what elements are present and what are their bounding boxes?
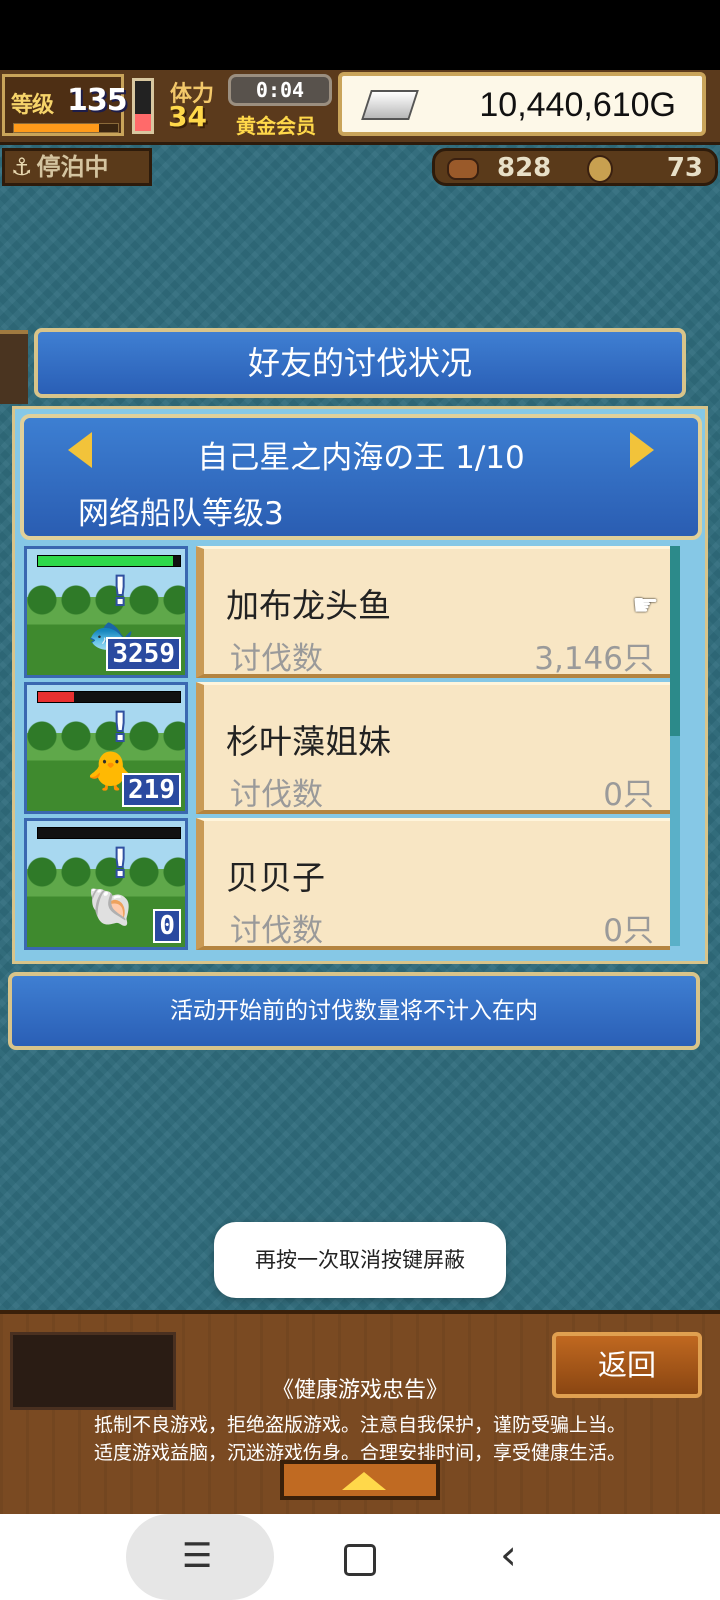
- expand-button[interactable]: [280, 1460, 440, 1500]
- advice-title: 《健康游戏忠告》: [271, 1378, 448, 1403]
- stamina-gauge: [132, 78, 154, 134]
- medal-icon: [587, 155, 613, 183]
- menu-icon[interactable]: ☰: [182, 1536, 212, 1576]
- gold-box[interactable]: 10,440,610G: [338, 72, 706, 136]
- remaining-count: 3259: [106, 637, 181, 671]
- stamina-value: 34: [168, 100, 207, 133]
- remaining-count: 0: [153, 909, 181, 943]
- hermit-crab-icon: 🐚: [87, 885, 135, 929]
- next-arrow-icon[interactable]: [630, 432, 654, 468]
- monster-thumbnail: ! 🐥 219: [24, 682, 188, 814]
- monster-name: 贝贝子: [226, 858, 325, 897]
- toast-message: 再按一次取消按键屏蔽: [214, 1222, 506, 1298]
- level-value: 135: [67, 83, 128, 118]
- list-item[interactable]: ! 🐥 219 杉叶藻姐妹 讨伐数 0只: [20, 682, 680, 818]
- list-scrollbar[interactable]: [670, 546, 680, 946]
- monster-thumbnail: ! 🐟 3259: [24, 546, 188, 678]
- list-item[interactable]: ! 🐟 3259 加布龙头鱼 讨伐数 3,146只: [20, 546, 680, 682]
- panel-title: 好友的讨伐状况: [34, 328, 686, 398]
- level-label: 等级: [11, 93, 54, 118]
- wood-count: 828: [497, 153, 552, 183]
- wood-icon: [447, 158, 479, 180]
- monster-card[interactable]: 杉叶藻姐妹 讨伐数 0只: [196, 682, 670, 814]
- anchored-label: 停泊中: [36, 153, 109, 181]
- monster-name: 加布龙头鱼: [226, 586, 391, 625]
- back-icon[interactable]: ‹: [500, 1530, 517, 1579]
- monster-card[interactable]: 贝贝子 讨伐数 0只: [196, 818, 670, 950]
- list-item[interactable]: ! 🐚 0 贝贝子 讨伐数 0只: [20, 818, 680, 954]
- anchor-icon: ⚓: [11, 153, 33, 181]
- dock-decoration: [0, 330, 28, 404]
- home-icon[interactable]: [344, 1544, 376, 1576]
- hp-bar: [37, 555, 181, 567]
- monster-list: ! 🐟 3259 加布龙头鱼 讨伐数 3,146只 ! 🐥 219 杉叶藻姐妹 …: [20, 546, 680, 956]
- hp-bar-fill: [38, 556, 173, 566]
- monster-thumbnail: ! 🐚 0: [24, 818, 188, 950]
- medal-count: 73: [666, 153, 703, 183]
- monster-card[interactable]: 加布龙头鱼 讨伐数 3,146只: [196, 546, 670, 678]
- gold-amount: 10,440,610G: [479, 86, 676, 124]
- top-hud: 等级 135 体力 34 0:04 黄金会员 10,440,610G: [0, 70, 720, 145]
- event-title: 自己星之内海の王 1/10: [197, 440, 525, 476]
- kill-count-value: 3,146只: [534, 641, 654, 677]
- exp-bar-fill: [14, 124, 100, 132]
- stamina-gauge-fill: [135, 113, 151, 131]
- notice-banner: 活动开始前的讨伐数量将不计入在内: [8, 972, 700, 1050]
- gold-ingot-icon: [361, 90, 419, 120]
- advice-line-1: 抵制不良游戏，拒绝盗版游戏。注意自我保护，谨防受骗上当。: [93, 1414, 626, 1436]
- resource-box: 828 73: [432, 148, 718, 186]
- bottom-bar: 返回 《健康游戏忠告》 抵制不良游戏，拒绝盗版游戏。注意自我保护，谨防受骗上当。…: [0, 1310, 720, 1518]
- level-box: 等级 135: [2, 74, 128, 136]
- monster-name: 杉叶藻姐妹: [226, 722, 391, 761]
- alert-icon: !: [110, 568, 130, 616]
- alert-icon: !: [110, 840, 130, 888]
- alert-icon: !: [110, 704, 130, 752]
- android-nav-bar: ☰ ‹: [0, 1514, 720, 1600]
- kill-count-label: 讨伐数: [230, 777, 323, 813]
- event-header: 自己星之内海の王 1/10 网络船队等级3: [20, 414, 702, 540]
- kill-count-value: 0只: [603, 913, 654, 949]
- up-arrow-icon: [342, 1472, 386, 1490]
- hp-bar-fill: [38, 692, 74, 702]
- kill-count-label: 讨伐数: [230, 641, 323, 677]
- status-bar: [0, 0, 720, 70]
- exp-bar: [13, 123, 119, 133]
- hand-pointer-icon: ☚: [632, 588, 659, 623]
- scrollbar-thumb[interactable]: [670, 546, 680, 736]
- hp-bar: [37, 691, 181, 703]
- kill-count-value: 0只: [603, 777, 654, 813]
- stamina-timer: 0:04: [228, 74, 332, 106]
- kill-count-label: 讨伐数: [230, 913, 323, 949]
- remaining-count: 219: [122, 773, 181, 807]
- fleet-rank: 网络船队等级3: [78, 496, 284, 532]
- anchored-status[interactable]: ⚓ 停泊中: [2, 148, 152, 186]
- hp-bar: [37, 827, 181, 839]
- member-status: 黄金会员: [236, 114, 316, 138]
